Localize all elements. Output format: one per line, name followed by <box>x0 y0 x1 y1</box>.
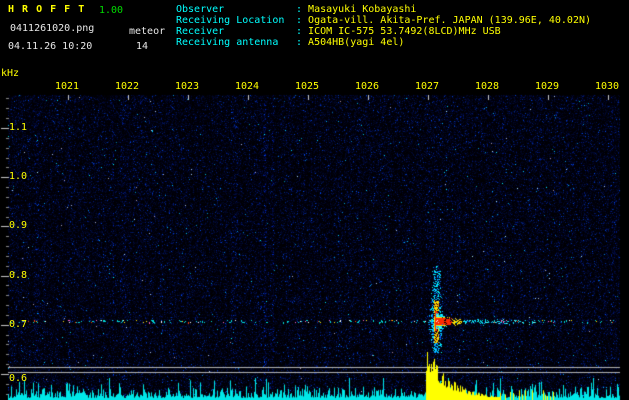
time-label-1027: 1027 <box>415 81 440 92</box>
freq-label-0.9: 0.9 <box>9 220 28 231</box>
meteor-count: 14 <box>136 41 149 52</box>
time-label-1024: 1024 <box>235 81 260 92</box>
time-label-1022: 1022 <box>115 81 140 92</box>
freq-label-0.8: 0.8 <box>9 270 28 281</box>
time-label-1026: 1026 <box>355 81 380 92</box>
hrofft-screen: H R O F F T 1.00 0411261020.png meteor 0… <box>0 0 629 400</box>
info-value: A504HB(yagi 4el) <box>308 37 405 48</box>
datetime-label: 04.11.26 10:20 <box>8 41 93 52</box>
time-label-1025: 1025 <box>295 81 320 92</box>
info-label: Receiving Location <box>176 15 285 26</box>
info-colon: : <box>296 4 309 15</box>
app-version: 1.00 <box>99 5 124 16</box>
freq-label-1.0: 1.0 <box>9 171 28 182</box>
time-label-1021: 1021 <box>55 81 80 92</box>
info-row: Observer: Masayuki Kobayashi <box>176 4 591 15</box>
info-value: Masayuki Kobayashi <box>308 4 417 15</box>
info-value: Ogata-vill. Akita-Pref. JAPAN (139.96E, … <box>308 15 592 26</box>
mode-label: meteor <box>129 26 166 37</box>
time-label-1029: 1029 <box>535 81 560 92</box>
time-label-1023: 1023 <box>175 81 200 92</box>
info-row: Receiving antenna: A504HB(yagi 4el) <box>176 37 591 48</box>
info-colon: : <box>296 37 309 48</box>
info-label: Receiving antenna <box>176 37 279 48</box>
info-row: Receiver: ICOM IC-575 53.7492(8LCD)MHz U… <box>176 26 591 37</box>
info-colon: : <box>296 15 309 26</box>
info-label: Receiver <box>176 26 225 37</box>
freq-label-0.6: 0.6 <box>9 373 28 384</box>
freq-label-1.1: 1.1 <box>9 122 28 133</box>
info-row: Receiving Location: Ogata-vill. Akita-Pr… <box>176 15 591 26</box>
app-title: H R O F F T <box>8 4 86 15</box>
time-label-1030: 1030 <box>595 81 620 92</box>
info-value: ICOM IC-575 53.7492(8LCD)MHz USB <box>308 26 501 37</box>
info-colon: : <box>296 26 309 37</box>
output-filename: 0411261020.png <box>10 23 95 34</box>
station-info: Observer: Masayuki Kobayashi Receiving Lo… <box>176 4 591 48</box>
spectrogram-canvas <box>0 0 629 400</box>
freq-axis-unit: kHz <box>1 68 20 79</box>
freq-label-0.7: 0.7 <box>9 319 28 330</box>
info-label: Observer <box>176 4 225 15</box>
time-label-1028: 1028 <box>475 81 500 92</box>
